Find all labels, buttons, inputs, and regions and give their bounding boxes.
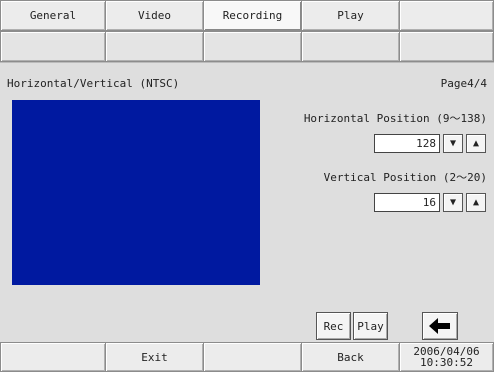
rec-button-label: Rec: [323, 319, 344, 333]
tab-empty[interactable]: [399, 0, 494, 31]
tab-general[interactable]: General: [0, 0, 106, 31]
tab-play-label: Play: [337, 9, 364, 22]
vertical-decrease-button[interactable]: ▼: [443, 193, 463, 212]
horizontal-increase-button[interactable]: ▲: [466, 134, 486, 153]
footer-bar: Exit Back 2006/04/06 10:30:52: [0, 342, 494, 372]
panel-title: Horizontal/Vertical (NTSC): [7, 77, 180, 90]
tab-bar: General Video Recording Play: [0, 0, 494, 31]
play-button-label: Play: [357, 319, 384, 333]
datetime-display: 2006/04/06 10:30:52: [399, 342, 494, 372]
exit-button-label: Exit: [141, 350, 168, 364]
sub-tab-bar: [0, 31, 494, 62]
horizontal-position-value[interactable]: 128: [374, 134, 440, 153]
settings-panel: Horizontal/Vertical (NTSC) Page4/4 Horiz…: [0, 62, 494, 343]
exit-button[interactable]: Exit: [105, 342, 204, 372]
horizontal-position-control: 128 ▼ ▲: [374, 134, 486, 153]
sub-tab-5[interactable]: [399, 31, 494, 62]
sub-tab-2[interactable]: [105, 31, 204, 62]
tab-play[interactable]: Play: [301, 0, 400, 31]
triangle-up-icon: ▲: [472, 197, 480, 208]
vertical-increase-button[interactable]: ▲: [466, 193, 486, 212]
back-button[interactable]: Back: [301, 342, 400, 372]
sub-tab-1[interactable]: [0, 31, 106, 62]
triangle-down-icon: ▼: [449, 197, 457, 208]
play-button[interactable]: Play: [353, 312, 388, 340]
triangle-down-icon: ▼: [449, 138, 457, 149]
vertical-position-value[interactable]: 16: [374, 193, 440, 212]
rec-button[interactable]: Rec: [316, 312, 351, 340]
tab-video-label: Video: [137, 9, 172, 22]
left-arrow-icon: [429, 318, 450, 334]
back-arrow-button[interactable]: [422, 312, 458, 340]
page-indicator: Page4/4: [440, 77, 487, 90]
horizontal-decrease-button[interactable]: ▼: [443, 134, 463, 153]
tab-video[interactable]: Video: [105, 0, 204, 31]
tab-general-label: General: [29, 9, 77, 22]
vertical-position-label: Vertical Position (2〜20): [323, 171, 487, 184]
sub-tab-3[interactable]: [203, 31, 302, 62]
footer-cell-empty-1: [0, 342, 106, 372]
triangle-up-icon: ▲: [472, 138, 480, 149]
footer-cell-empty-2: [203, 342, 302, 372]
sub-tab-4[interactable]: [301, 31, 400, 62]
video-preview: [12, 100, 260, 285]
vertical-position-control: 16 ▼ ▲: [374, 193, 486, 212]
time-text: 10:30:52: [420, 356, 473, 369]
horizontal-position-label: Horizontal Position (9〜138): [303, 112, 487, 125]
tab-recording[interactable]: Recording: [203, 0, 302, 31]
tab-recording-label: Recording: [222, 9, 283, 22]
back-button-label: Back: [337, 350, 364, 364]
